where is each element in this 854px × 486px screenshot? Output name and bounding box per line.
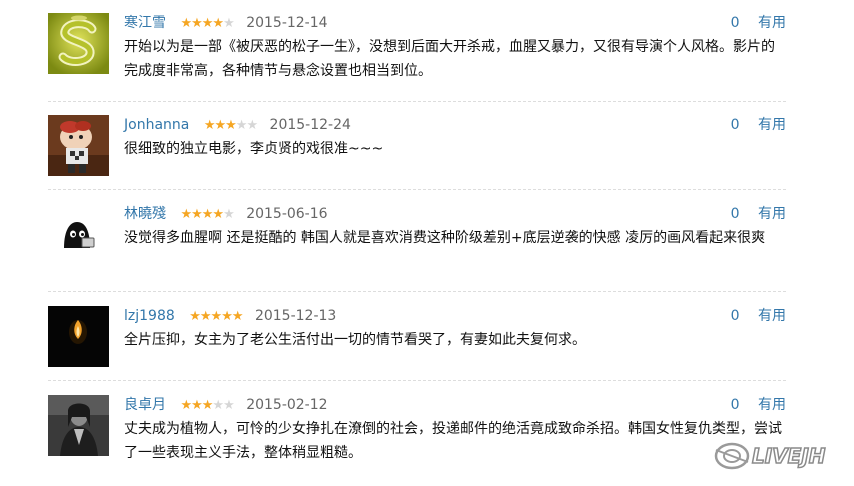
review-date: 2015-06-16 [246,206,328,222]
shrek-avatar[interactable] [48,13,109,74]
watermark-text: LIVEJH [752,444,826,468]
divider [48,291,786,292]
vote-area: 0 有用 [731,204,786,224]
vote-count: 0 [730,308,740,324]
vote-area: 0 有用 [731,306,786,326]
star-filled-icon: ★ [191,16,203,31]
review-author[interactable]: lzj1988 [124,308,175,324]
bw-portrait-avatar[interactable] [48,395,109,456]
rating-stars: ★★★★★ [180,395,235,415]
vote-count: 0 [730,397,740,413]
watermark-logo: LIVEJH [712,436,844,476]
star-filled-icon: ★ [180,16,192,31]
useful-button[interactable]: 有用 [758,206,786,222]
star-filled-icon: ★ [214,118,226,133]
review-date: 2015-12-13 [254,308,337,324]
review-date: 2015-02-12 [246,397,328,413]
star-filled-icon: ★ [189,309,201,324]
rating-stars: ★★★★★ [180,204,235,224]
useful-button[interactable]: 有用 [758,397,786,413]
star-filled-icon: ★ [203,118,216,133]
vote-area: 0 有用 [731,395,786,415]
star-filled-icon: ★ [201,398,214,413]
review-author[interactable]: Jonhanna [124,117,189,133]
review-header: 寒江雪 ★★★★★ 2015-12-14 0 有用 [124,13,786,33]
review-text: 全片压抑，女主为了老公生活付出一切的情节看哭了，有妻如此夫复何求。 [124,332,586,348]
review-author[interactable]: 寒江雪 [124,15,166,31]
star-filled-icon: ★ [225,118,237,133]
vote-count: 0 [730,206,740,222]
divider [48,189,786,190]
review-header: 林曉殘 ★★★★★ 2015-06-16 0 有用 [124,204,786,224]
rating-stars: ★★★★★ [189,306,244,326]
rating-stars: ★★★★★ [180,13,235,33]
review-text: 丈夫成为植物人，可怜的少女挣扎在潦倒的社会，投递邮件的绝活竟成致命杀招。韩国女性… [124,421,782,461]
vote-area: 0 有用 [731,115,786,135]
star-filled-icon: ★ [212,207,224,222]
star-filled-icon: ★ [180,398,192,413]
review-author[interactable]: 林曉殘 [124,206,166,222]
review-author[interactable]: 良卓月 [124,397,166,413]
vote-count: 0 [730,117,740,133]
review-header: 良卓月 ★★★★★ 2015-02-12 0 有用 [124,395,786,415]
divider [48,380,786,381]
star-filled-icon: ★ [199,309,212,324]
vote-area: 0 有用 [731,13,786,33]
star-filled-icon: ★ [221,309,233,324]
star-filled-icon: ★ [180,207,192,222]
star-filled-icon: ★ [191,398,203,413]
star-filled-icon: ★ [191,207,203,222]
review-header: Jonhanna ★★★★★ 2015-12-24 0 有用 [124,115,786,135]
candle-avatar[interactable] [48,306,109,367]
rating-stars: ★★★★★ [203,115,258,135]
star-empty-icon: ★ [223,207,235,222]
star-empty-icon: ★ [223,398,235,413]
review-text: 开始以为是一部《被厌恶的松子一生》，没想到后面大开杀戒，血腥又暴力，又很有导演个… [124,39,775,79]
star-empty-icon: ★ [246,118,258,133]
star-empty-icon: ★ [223,16,235,31]
review-date: 2015-12-14 [246,15,328,31]
black-blob-avatar[interactable] [48,204,109,265]
useful-button[interactable]: 有用 [758,308,786,324]
toy-figure-avatar[interactable] [48,115,109,176]
star-filled-icon: ★ [201,207,214,222]
star-empty-icon: ★ [212,398,224,413]
review-header: lzj1988 ★★★★★ 2015-12-13 0 有用 [124,306,786,326]
review-text: 很细致的独立电影，李贞贤的戏很准~~~ [124,141,384,157]
vote-count: 0 [730,15,740,31]
useful-button[interactable]: 有用 [758,117,786,133]
star-filled-icon: ★ [212,16,224,31]
review-date: 2015-12-24 [269,117,351,133]
star-filled-icon: ★ [231,309,244,324]
star-empty-icon: ★ [235,118,248,133]
star-filled-icon: ★ [210,309,223,324]
review-text: 没觉得多血腥啊 还是挺酷的 韩国人就是喜欢消费这种阶级差别+底层逆袭的快感 凌厉… [124,230,766,246]
star-filled-icon: ★ [201,16,214,31]
divider [48,101,786,102]
useful-button[interactable]: 有用 [758,15,786,31]
